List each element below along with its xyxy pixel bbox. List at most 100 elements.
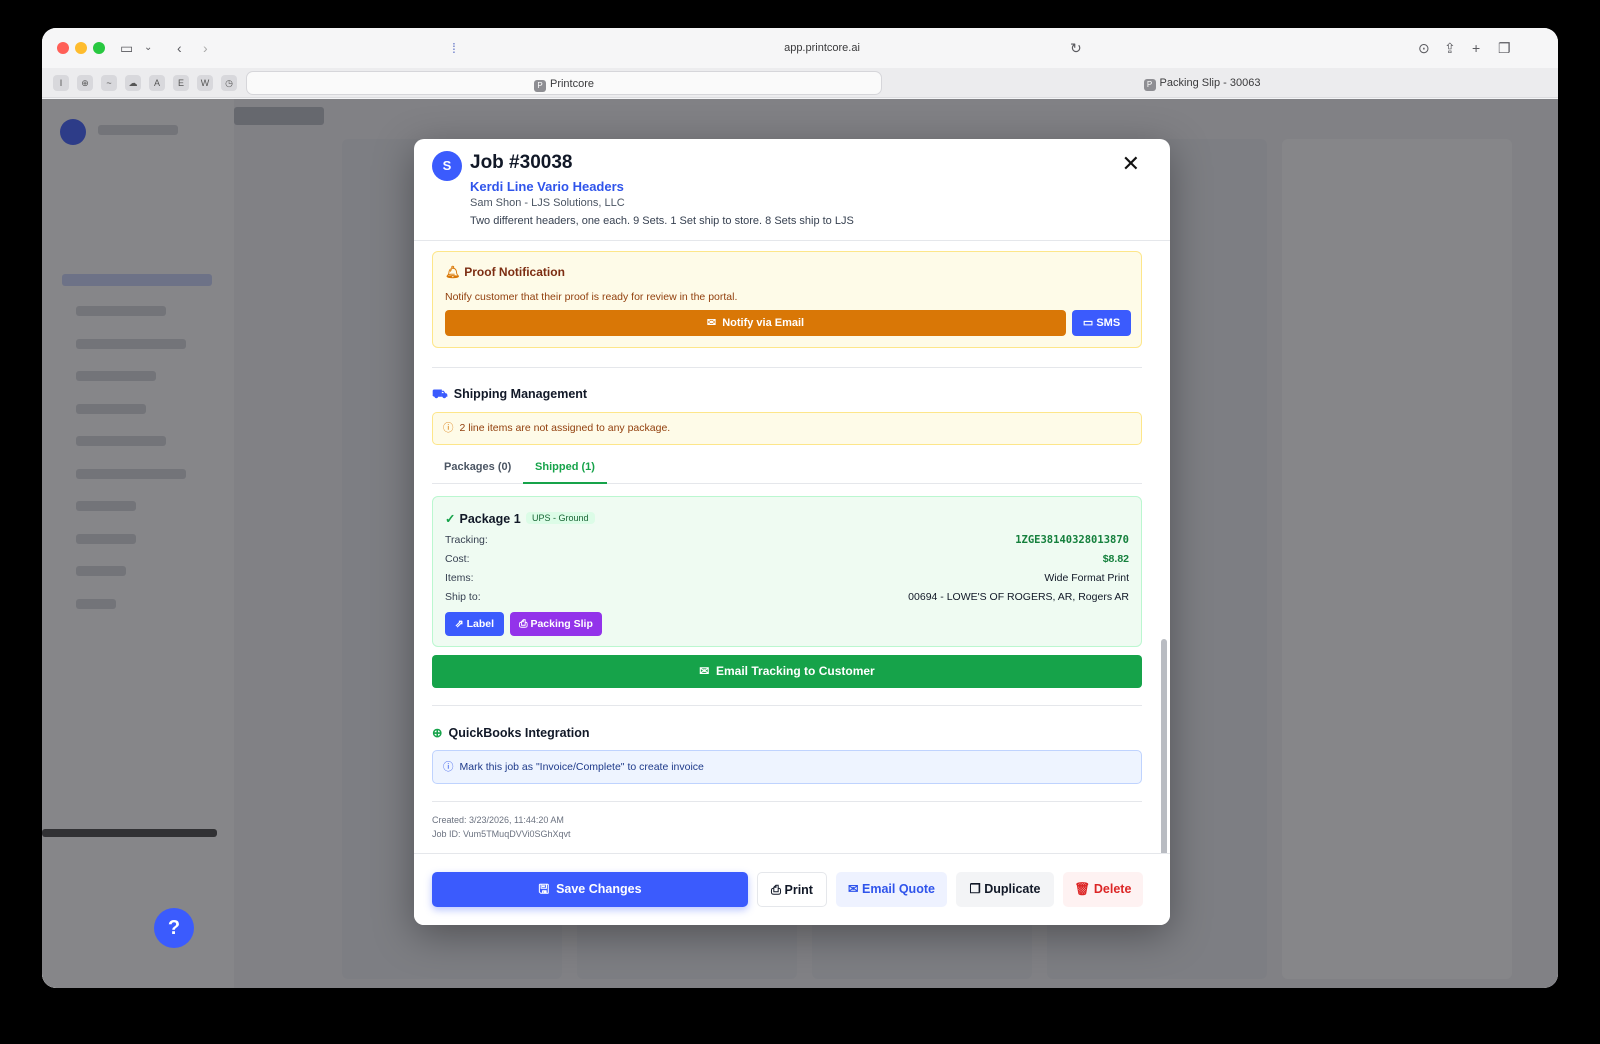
check-circle-icon: ✓ [445,512,456,526]
divider [432,367,1142,368]
job-description: Two different headers, one each. 9 Sets.… [470,215,854,227]
share-icon[interactable]: ⇪ [1444,39,1456,57]
job-modal: S Job #30038 Kerdi Line Vario Headers Sa… [414,139,1170,925]
tab-shipped[interactable]: Shipped (1) [523,457,607,484]
warning-text: 2 line items are not assigned to any pac… [459,422,671,434]
url-bar[interactable]: app.printcore.ai [492,36,1152,60]
favorite-icon[interactable]: ⊕ [77,75,93,91]
proof-text: Notify customer that their proof is read… [445,291,738,303]
tab-favicon-icon: P [533,80,546,92]
external-link-icon: ⇗ [454,618,464,630]
packing-slip-button[interactable]: ⎙ Packing Slip [510,612,602,636]
sms-label: SMS [1096,317,1121,329]
save-button[interactable]: 🖫︎ Save Changes [432,872,748,907]
print-button[interactable]: ⎙ Print [757,872,827,907]
favorite-icon[interactable]: W [197,75,213,91]
mail-icon: ✉ [699,664,710,678]
forward-icon[interactable]: › [203,39,208,57]
items-label: Items: [445,572,474,584]
shipping-title: Shipping Management [453,387,588,401]
email-tracking-label: Email Tracking to Customer [716,664,875,678]
quickbooks-info-text: Mark this job as "Invoice/Complete" to c… [459,761,704,773]
bell-icon: 🔔︎ [445,265,461,279]
job-id: Job ID: Vum5TMuqDVVi0SGhXqvt [432,829,571,839]
modal-header: S Job #30038 Kerdi Line Vario Headers Sa… [414,139,1170,241]
save-label: Save Changes [556,882,642,896]
cost-label: Cost: [445,553,470,565]
trash-icon: 🗑︎ [1074,882,1091,896]
info-icon: ⓘ [443,761,454,773]
truck-icon: ⛟ [432,387,448,401]
tab-packing-slip[interactable]: P Packing Slip - 30063 [884,71,1520,95]
delete-button[interactable]: 🗑︎ Delete [1063,872,1143,907]
job-name-link[interactable]: Kerdi Line Vario Headers [470,179,624,194]
items-value: Wide Format Print [1044,572,1129,584]
back-icon[interactable]: ‹ [177,39,182,57]
email-quote-button[interactable]: ✉ Email Quote [836,872,947,907]
package-card: ✓ Package 1 UPS - Ground Tracking: 1ZGE38… [432,496,1142,647]
favorite-icon[interactable]: E [173,75,189,91]
print-label: Print [784,883,813,897]
quickbooks-info: ⓘ Mark this job as "Invoice/Complete" to … [432,750,1142,784]
mail-icon: ✉ [706,317,717,329]
tab-overview-icon[interactable]: ❐ [1498,39,1511,57]
favorite-icon[interactable]: ~ [101,75,117,91]
label-button[interactable]: ⇗ Label [445,612,504,636]
modal-footer: 🖫︎ Save Changes ⎙ Print ✉ Email Quote ❐ … [414,853,1170,925]
browser-titlebar: ▭ ⌄ ‹ › ⁞ app.printcore.ai ↻ ⊙ ⇪ + ❐ [42,28,1558,68]
shipping-tabs: Packages (0) Shipped (1) [432,457,1142,484]
close-window-button[interactable] [57,42,69,54]
help-button[interactable]: ? [154,908,194,948]
favorite-icon[interactable]: ◷ [221,75,237,91]
tab-favicon-icon: P [1143,79,1156,91]
packing-slip-text: Packing Slip [530,618,593,630]
printer-icon: ⎙ [519,618,528,630]
proof-title: Proof Notification [464,265,565,279]
notify-email-button[interactable]: ✉ Notify via Email [445,310,1066,336]
package-title: Package 1 [459,512,521,526]
tab-label: Packing Slip - 30063 [1159,77,1261,89]
save-icon: 🖫︎ [538,882,550,896]
email-tracking-button[interactable]: ✉ Email Tracking to Customer [432,655,1142,688]
mail-icon: ✉ [848,882,859,896]
label-button-text: Label [466,618,495,630]
divider [432,705,1142,706]
tab-packages[interactable]: Packages (0) [444,461,511,473]
extension-icon[interactable]: ⁞ [452,39,456,57]
carrier-badge: UPS - Ground [526,512,595,524]
job-title: Job #30038 [470,152,573,173]
favorite-icon[interactable]: ☁ [125,75,141,91]
email-quote-label: Email Quote [862,882,935,896]
sms-button[interactable]: ▭ SMS [1072,310,1131,336]
job-customer: Sam Shon - LJS Solutions, LLC [470,197,625,209]
duplicate-button[interactable]: ❐ Duplicate [956,872,1054,907]
unassigned-warning: ⓘ 2 line items are not assigned to any pa… [432,412,1142,445]
delete-label: Delete [1093,882,1132,896]
favorite-icon[interactable]: A [149,75,165,91]
new-tab-icon[interactable]: + [1472,39,1480,57]
quickbooks-title: QuickBooks Integration [448,726,590,740]
copy-icon: ❐ [969,882,981,896]
avatar: S [432,151,462,181]
printer-icon: ⎙ [771,883,782,897]
tracking-number[interactable]: 1ZGE38140328013870 [1015,534,1129,546]
cost-value: $8.82 [1102,553,1129,565]
download-icon[interactable]: ⊙ [1418,39,1430,57]
favorite-icon[interactable]: I [53,75,69,91]
notify-email-label: Notify via Email [722,317,805,329]
sidebar-toggle-icon[interactable]: ▭ [120,39,133,57]
proof-notification-panel: 🔔︎ Proof Notification Notify customer tha… [432,251,1142,348]
alert-icon: ⓘ [443,422,454,434]
minimize-window-button[interactable] [75,42,87,54]
message-icon: ▭ [1082,317,1094,329]
duplicate-label: Duplicate [984,882,1041,896]
tab-label: Printcore [549,78,595,90]
ship-to-value: 00694 - LOWE'S OF ROGERS, AR, Rogers AR [908,591,1129,603]
maximize-window-button[interactable] [93,42,105,54]
browser-window: ▭ ⌄ ‹ › ⁞ app.printcore.ai ↻ ⊙ ⇪ + ❐ I ⊕… [42,28,1558,988]
tab-printcore[interactable]: P Printcore [246,71,882,95]
reload-icon[interactable]: ↻ [1070,39,1082,57]
ship-to-label: Ship to: [445,591,481,603]
chevron-down-icon[interactable]: ⌄ [144,39,152,57]
close-icon[interactable]: ✕ [1122,153,1140,175]
